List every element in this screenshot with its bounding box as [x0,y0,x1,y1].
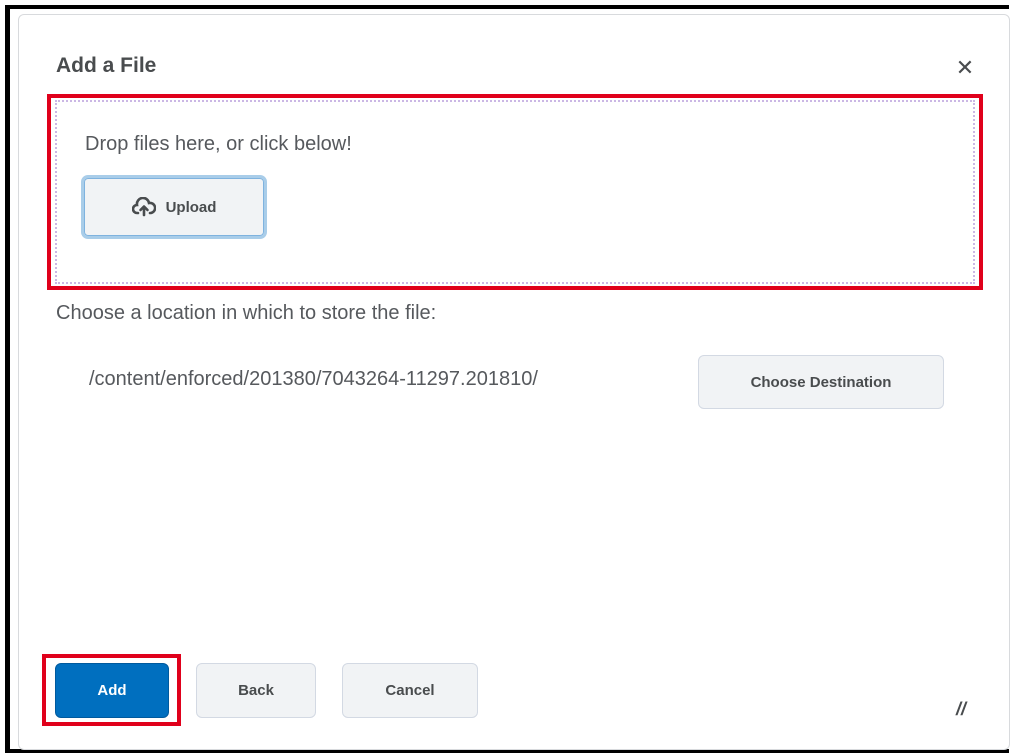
highlight-box-add [42,654,181,726]
cloud-upload-icon [131,197,156,217]
location-prompt: Choose a location in which to store the … [56,302,437,324]
upload-button-label: Upload [165,198,217,216]
cancel-button[interactable]: Cancel [342,663,478,718]
choose-destination-button[interactable]: Choose Destination [698,355,944,409]
back-button[interactable]: Back [196,663,316,718]
close-icon: ✕ [955,55,975,80]
dropzone-prompt: Drop files here, or click below! [85,133,352,155]
destination-path: /content/enforced/201380/7043264-11297.2… [89,368,538,390]
upload-button[interactable]: Upload [81,175,267,239]
close-button[interactable]: ✕ [952,55,978,81]
dialog-title: Add a File [56,54,157,77]
resize-handle-icon[interactable]: // [956,700,974,718]
